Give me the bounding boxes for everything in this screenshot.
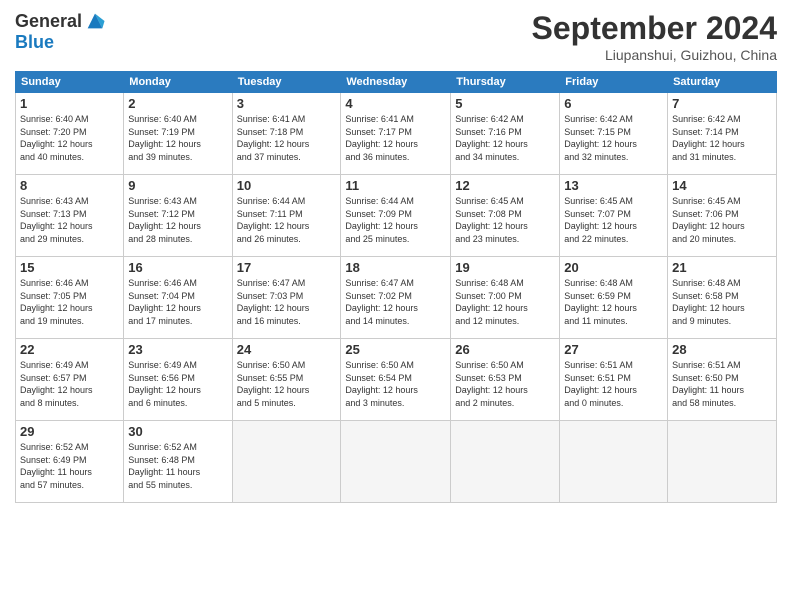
table-cell: 20Sunrise: 6:48 AMSunset: 6:59 PMDayligh… — [560, 257, 668, 339]
table-cell: 28Sunrise: 6:51 AMSunset: 6:50 PMDayligh… — [668, 339, 777, 421]
table-cell: 25Sunrise: 6:50 AMSunset: 6:54 PMDayligh… — [341, 339, 451, 421]
table-cell — [451, 421, 560, 503]
table-cell: 6Sunrise: 6:42 AMSunset: 7:15 PMDaylight… — [560, 93, 668, 175]
page-container: General Blue September 2024 Liupanshui, … — [0, 0, 792, 513]
month-title: September 2024 — [532, 10, 777, 47]
table-cell: 18Sunrise: 6:47 AMSunset: 7:02 PMDayligh… — [341, 257, 451, 339]
table-cell: 27Sunrise: 6:51 AMSunset: 6:51 PMDayligh… — [560, 339, 668, 421]
table-cell: 5Sunrise: 6:42 AMSunset: 7:16 PMDaylight… — [451, 93, 560, 175]
table-cell: 11Sunrise: 6:44 AMSunset: 7:09 PMDayligh… — [341, 175, 451, 257]
logo: General Blue — [15, 10, 106, 53]
table-cell: 16Sunrise: 6:46 AMSunset: 7:04 PMDayligh… — [124, 257, 232, 339]
table-cell — [341, 421, 451, 503]
table-cell: 14Sunrise: 6:45 AMSunset: 7:06 PMDayligh… — [668, 175, 777, 257]
table-cell: 2Sunrise: 6:40 AMSunset: 7:19 PMDaylight… — [124, 93, 232, 175]
table-cell: 15Sunrise: 6:46 AMSunset: 7:05 PMDayligh… — [16, 257, 124, 339]
table-cell: 17Sunrise: 6:47 AMSunset: 7:03 PMDayligh… — [232, 257, 341, 339]
col-sunday: Sunday — [16, 72, 124, 93]
table-cell: 12Sunrise: 6:45 AMSunset: 7:08 PMDayligh… — [451, 175, 560, 257]
table-cell: 13Sunrise: 6:45 AMSunset: 7:07 PMDayligh… — [560, 175, 668, 257]
table-cell: 24Sunrise: 6:50 AMSunset: 6:55 PMDayligh… — [232, 339, 341, 421]
logo-icon — [84, 10, 106, 32]
col-friday: Friday — [560, 72, 668, 93]
table-cell: 30Sunrise: 6:52 AMSunset: 6:48 PMDayligh… — [124, 421, 232, 503]
table-cell: 9Sunrise: 6:43 AMSunset: 7:12 PMDaylight… — [124, 175, 232, 257]
col-monday: Monday — [124, 72, 232, 93]
table-cell: 10Sunrise: 6:44 AMSunset: 7:11 PMDayligh… — [232, 175, 341, 257]
table-cell: 8Sunrise: 6:43 AMSunset: 7:13 PMDaylight… — [16, 175, 124, 257]
header: General Blue September 2024 Liupanshui, … — [15, 10, 777, 63]
table-cell: 21Sunrise: 6:48 AMSunset: 6:58 PMDayligh… — [668, 257, 777, 339]
calendar-table: Sunday Monday Tuesday Wednesday Thursday… — [15, 71, 777, 503]
table-cell: 29Sunrise: 6:52 AMSunset: 6:49 PMDayligh… — [16, 421, 124, 503]
col-tuesday: Tuesday — [232, 72, 341, 93]
table-cell: 7Sunrise: 6:42 AMSunset: 7:14 PMDaylight… — [668, 93, 777, 175]
calendar-header-row: Sunday Monday Tuesday Wednesday Thursday… — [16, 72, 777, 93]
col-wednesday: Wednesday — [341, 72, 451, 93]
table-cell: 3Sunrise: 6:41 AMSunset: 7:18 PMDaylight… — [232, 93, 341, 175]
table-cell: 19Sunrise: 6:48 AMSunset: 7:00 PMDayligh… — [451, 257, 560, 339]
location-subtitle: Liupanshui, Guizhou, China — [532, 47, 777, 63]
table-cell — [560, 421, 668, 503]
table-cell — [232, 421, 341, 503]
table-cell: 22Sunrise: 6:49 AMSunset: 6:57 PMDayligh… — [16, 339, 124, 421]
title-area: September 2024 Liupanshui, Guizhou, Chin… — [532, 10, 777, 63]
col-thursday: Thursday — [451, 72, 560, 93]
table-cell — [668, 421, 777, 503]
table-cell: 1Sunrise: 6:40 AMSunset: 7:20 PMDaylight… — [16, 93, 124, 175]
table-cell: 26Sunrise: 6:50 AMSunset: 6:53 PMDayligh… — [451, 339, 560, 421]
col-saturday: Saturday — [668, 72, 777, 93]
logo-blue-text: Blue — [15, 32, 54, 52]
table-cell: 4Sunrise: 6:41 AMSunset: 7:17 PMDaylight… — [341, 93, 451, 175]
logo-general-text: General — [15, 11, 82, 32]
table-cell: 23Sunrise: 6:49 AMSunset: 6:56 PMDayligh… — [124, 339, 232, 421]
